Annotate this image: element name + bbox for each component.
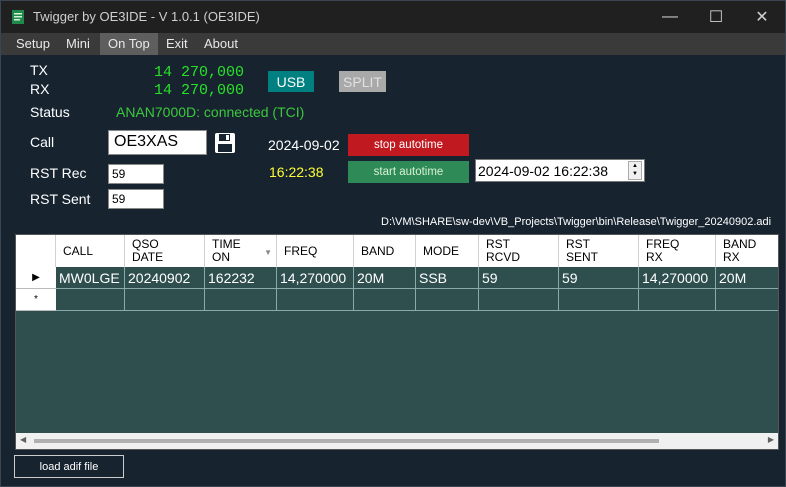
menu-exit[interactable]: Exit xyxy=(158,33,196,55)
new-cell[interactable] xyxy=(416,289,479,311)
cell-call[interactable]: MW0LGE xyxy=(56,267,125,289)
new-cell[interactable] xyxy=(277,289,354,311)
menu-on-top[interactable]: On Top xyxy=(100,33,158,55)
sort-desc-icon: ▼ xyxy=(264,248,272,257)
new-cell[interactable] xyxy=(716,289,778,311)
cell-time-on[interactable]: 162232 xyxy=(205,267,277,289)
column-header-band[interactable]: BAND xyxy=(354,235,416,267)
rst-rec-label: RST Rec xyxy=(30,165,87,181)
scrollbar-thumb[interactable] xyxy=(34,439,659,443)
menu-bar: Setup Mini On Top Exit About xyxy=(1,33,785,55)
new-cell[interactable] xyxy=(354,289,416,311)
rx-label: RX xyxy=(30,81,50,97)
qso-grid[interactable]: CALL QSO DATE TIME ON ▼ FREQ BAND MODE RST R… xyxy=(15,234,779,450)
new-cell[interactable] xyxy=(559,289,639,311)
close-icon: ✕ xyxy=(755,9,769,26)
spin-up-icon[interactable]: ▲ xyxy=(629,162,641,170)
column-header-time-on[interactable]: TIME ON ▼ xyxy=(205,235,277,267)
cell-band[interactable]: 20M xyxy=(354,267,416,289)
start-autotime-button[interactable]: start autotime xyxy=(348,161,469,183)
call-label: Call xyxy=(30,134,55,150)
load-adif-button[interactable]: load adif file xyxy=(14,455,124,478)
new-cell[interactable] xyxy=(479,289,559,311)
column-header-call[interactable]: CALL xyxy=(56,235,125,267)
new-cell[interactable] xyxy=(205,289,277,311)
spin-down-icon[interactable]: ▼ xyxy=(629,170,641,178)
scroll-left-icon[interactable]: ◀ xyxy=(20,435,26,444)
cell-qso-date[interactable]: 20240902 xyxy=(125,267,205,289)
column-header-qso-date[interactable]: QSO DATE xyxy=(125,235,205,267)
rx-frequency: 14 270,000 xyxy=(154,82,245,99)
horizontal-scrollbar[interactable]: ◀ ▶ xyxy=(16,433,778,449)
cell-rst-rcvd[interactable]: 59 xyxy=(479,267,559,289)
menu-mini[interactable]: Mini xyxy=(58,33,98,55)
rst-sent-input[interactable]: 59 xyxy=(108,189,164,209)
tx-label: TX xyxy=(30,62,48,78)
log-file-path: D:\VM\SHARE\sw-dev\VB_Projects\Twigger\b… xyxy=(381,216,772,228)
column-header-band-rx[interactable]: BAND RX xyxy=(716,235,778,267)
current-row-icon[interactable]: ▶ xyxy=(16,267,56,289)
call-input[interactable]: OE3XAS xyxy=(108,130,207,155)
datetime-picker[interactable]: 2024-09-02 16:22:38 ▲ ▼ xyxy=(475,159,645,182)
mode-usb-button[interactable]: USB xyxy=(268,71,314,92)
minimize-icon: — xyxy=(662,8,678,25)
cell-freq-rx[interactable]: 14,270000 xyxy=(639,267,716,289)
rst-sent-label: RST Sent xyxy=(30,191,91,207)
maximize-button[interactable]: ☐ xyxy=(693,1,739,33)
maximize-icon: ☐ xyxy=(708,9,724,26)
cell-rst-sent[interactable]: 59 xyxy=(559,267,639,289)
menu-setup[interactable]: Setup xyxy=(8,33,58,55)
status-label: Status xyxy=(30,104,70,120)
app-icon xyxy=(12,10,24,24)
table-row[interactable]: ▶ MW0LGE 20240902 162232 14,270000 20M S… xyxy=(16,267,778,289)
app-window: Twigger by OE3IDE - V 1.0.1 (OE3IDE) — ☐… xyxy=(0,0,786,487)
new-cell[interactable] xyxy=(125,289,205,311)
split-button[interactable]: SPLIT xyxy=(339,71,386,92)
rst-rec-input[interactable]: 59 xyxy=(108,164,164,184)
autotime-time: 16:22:38 xyxy=(269,164,324,180)
new-row[interactable]: * xyxy=(16,289,778,311)
status-value: ANAN7000D: connected (TCI) xyxy=(116,104,305,120)
column-header-mode[interactable]: MODE xyxy=(416,235,479,267)
cell-mode[interactable]: SSB xyxy=(416,267,479,289)
datetime-spinner[interactable]: ▲ ▼ xyxy=(628,161,642,180)
cell-freq[interactable]: 14,270000 xyxy=(277,267,354,289)
cell-band-rx[interactable]: 20M xyxy=(716,267,778,289)
column-header-freq-rx[interactable]: FREQ RX xyxy=(639,235,716,267)
tx-frequency: 14 270,000 xyxy=(154,64,245,81)
grid-header: CALL QSO DATE TIME ON ▼ FREQ BAND MODE RST R… xyxy=(16,235,778,267)
window-title: Twigger by OE3IDE - V 1.0.1 (OE3IDE) xyxy=(33,9,260,24)
save-icon[interactable] xyxy=(214,132,236,154)
new-row-icon[interactable]: * xyxy=(16,289,56,311)
stop-autotime-button[interactable]: stop autotime xyxy=(348,134,469,156)
column-header-rst-rcvd[interactable]: RST RCVD xyxy=(479,235,559,267)
menu-about[interactable]: About xyxy=(196,33,246,55)
column-header-rst-sent[interactable]: RST SENT xyxy=(559,235,639,267)
grid-corner[interactable] xyxy=(16,235,56,267)
column-header-freq[interactable]: FREQ xyxy=(277,235,354,267)
autotime-date: 2024-09-02 xyxy=(268,137,340,153)
title-bar: Twigger by OE3IDE - V 1.0.1 (OE3IDE) — ☐… xyxy=(1,1,785,33)
new-cell[interactable] xyxy=(56,289,125,311)
scroll-right-icon[interactable]: ▶ xyxy=(768,435,774,444)
close-button[interactable]: ✕ xyxy=(739,1,785,33)
new-cell[interactable] xyxy=(639,289,716,311)
datetime-value: 2024-09-02 16:22:38 xyxy=(478,163,608,179)
minimize-button[interactable]: — xyxy=(647,1,693,33)
